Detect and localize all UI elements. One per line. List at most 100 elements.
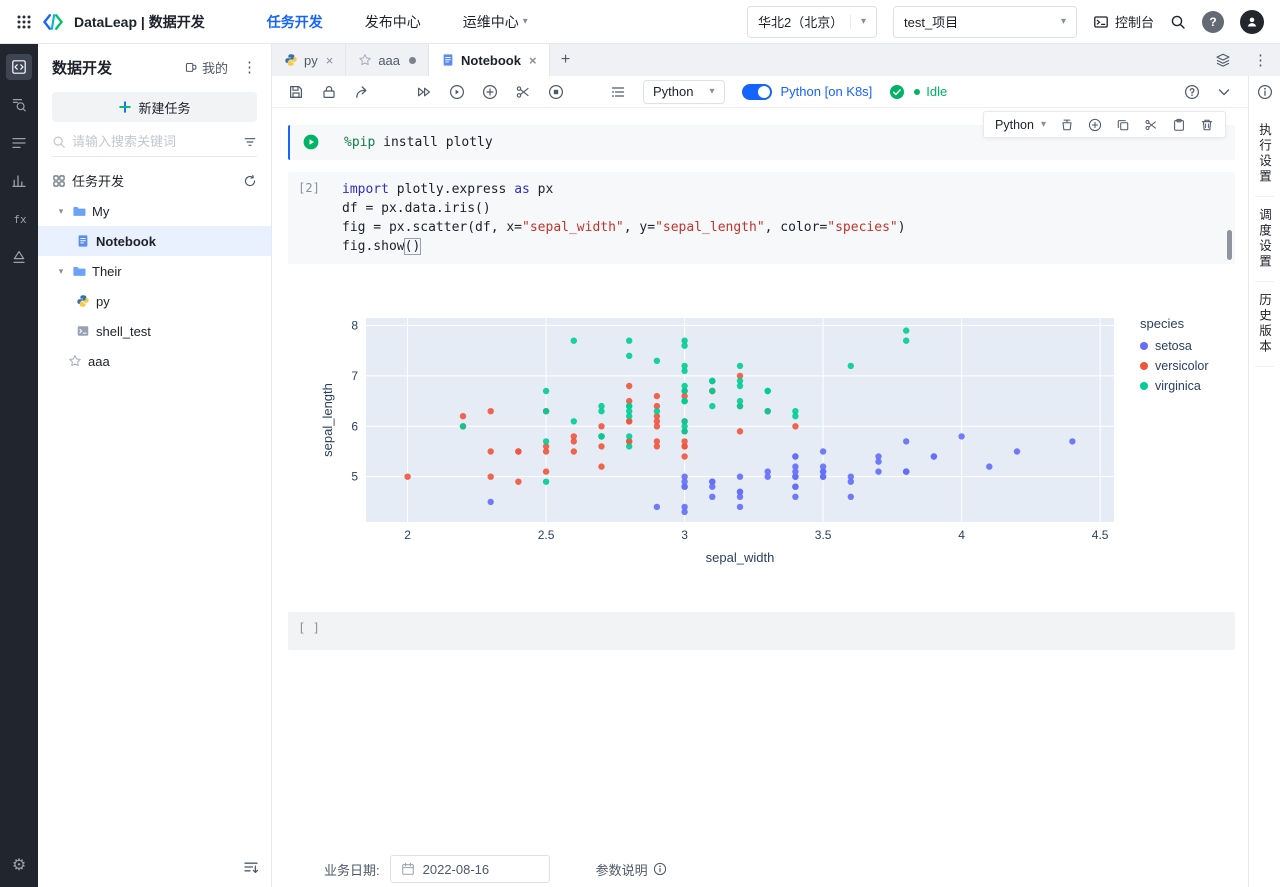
calendar-icon [401,862,415,876]
cut-cell-icon[interactable] [1144,118,1158,132]
kebab-menu-icon[interactable]: ⋮ [1253,51,1268,69]
legend-label: setosa [1155,339,1192,353]
tree-label: My [92,203,110,219]
save-icon[interactable] [288,84,304,100]
tab-notebook[interactable]: Notebook × [429,44,550,76]
delete-cell-icon[interactable] [1200,118,1214,132]
sidebar: 数据开发 我的 ⋮ 新建任务 任务开发 ▾ My [38,44,272,887]
run-cell-icon[interactable] [449,84,465,100]
info-circle-icon[interactable] [1257,84,1273,100]
execution-count: [2] [298,181,320,195]
params-help[interactable]: 参数说明 [596,860,667,879]
plus-icon [118,100,132,114]
run-all-icon[interactable] [416,84,432,100]
nav-publish-center[interactable]: 发布中心 [365,12,421,32]
chevron-down-icon: ▾ [1060,15,1066,27]
function-icon[interactable] [6,206,32,232]
console-link[interactable]: 控制台 [1093,12,1154,31]
runtime-toggle[interactable] [741,83,772,100]
help-button[interactable]: ? [1202,10,1224,33]
layers-icon[interactable] [1215,52,1231,68]
new-task-button[interactable]: 新建任务 [52,92,257,122]
data-quality-icon[interactable] [6,168,32,194]
lock-icon[interactable] [321,84,337,100]
kernel-select[interactable]: Python ▾ [643,79,725,104]
brand-title: DataLeap | 数据开发 [74,13,205,30]
code-line: df = px.data.iris() [342,201,491,216]
scope-toggle[interactable]: 我的 [184,58,228,77]
business-date-picker[interactable] [389,855,550,883]
avatar[interactable] [1240,9,1264,34]
tab-exec-settings[interactable]: 执行设置 [1255,112,1274,197]
tree-item-py[interactable]: py [38,286,271,316]
notebook-icon [76,234,90,248]
grid-section-icon [52,174,66,188]
tree-item-shell-test[interactable]: shell_test [38,316,271,346]
code-line: fig = px.scatter(df, x="sepal_width", y=… [342,220,906,235]
release-icon[interactable] [6,244,32,270]
tab-schedule-settings[interactable]: 调度设置 [1255,197,1274,282]
nav-ops-center[interactable]: 运维中心 ▾ [463,12,528,32]
question-glyph: ? [1209,14,1217,29]
close-icon[interactable]: × [326,53,334,68]
settings-gear-icon[interactable]: ⚙ [12,855,26,875]
tab-label: py [304,52,318,68]
nav-ops-center-label: 运维中心 [462,13,519,30]
kernel-ok-icon [889,84,905,100]
code-editor[interactable]: import plotly.express as px df = px.data.… [330,172,1235,264]
add-cell-icon[interactable] [482,84,498,100]
run-cell-button[interactable] [303,134,319,150]
business-date-value[interactable] [422,861,539,877]
question-circle-icon[interactable] [1184,84,1200,100]
chevron-down-icon: ▾ [709,85,715,97]
star-icon [68,354,82,368]
tab-py[interactable]: py × [272,44,347,76]
tab-history-versions[interactable]: 历史版本 [1255,282,1274,367]
data-catalog-icon[interactable] [6,130,32,156]
svg-text:3: 3 [681,528,688,542]
copy-cell-icon[interactable] [1116,118,1130,132]
close-icon[interactable]: × [529,53,537,68]
add-cell-icon[interactable] [1088,118,1102,132]
notebook-cell-plot[interactable]: [2] import plotly.express as px df = px.d… [288,172,1235,264]
sort-toggle-icon[interactable] [243,859,259,875]
tree-item-aaa[interactable]: aaa [38,346,271,376]
new-tab-button[interactable]: + [550,44,582,76]
legend-item-setosa[interactable]: setosa [1140,339,1209,353]
collapse-chevron-icon[interactable] [1216,84,1232,100]
cell-language-select[interactable]: Python ▾ [995,118,1046,132]
cell-scrollbar-thumb[interactable] [1227,230,1232,260]
search-icon[interactable] [1170,14,1186,30]
project-select-value: test_项目 [903,15,959,30]
project-select[interactable]: test_项目 ▾ [892,5,1077,38]
tree-folder-their[interactable]: ▾ Their [38,256,271,286]
data-explore-icon[interactable] [6,92,32,118]
nav-task-dev[interactable]: 任务开发 [267,12,323,32]
tree-folder-my[interactable]: ▾ My [38,196,271,226]
paste-cell-icon[interactable] [1172,118,1186,132]
notebook-cell-empty[interactable]: [ ] [288,612,1235,650]
outline-icon[interactable] [610,84,626,100]
refresh-icon[interactable] [243,174,257,188]
notebook-canvas[interactable]: Python ▾ %pip install plotly [2] import … [272,108,1248,851]
editor-tabbar: py × aaa Notebook × + ⋮ [272,44,1280,76]
clear-outputs-icon[interactable] [1060,118,1074,132]
legend-item-virginica[interactable]: virginica [1140,379,1209,393]
kebab-menu-icon[interactable]: ⋮ [242,58,257,76]
interrupt-kernel-icon[interactable] [548,84,564,100]
data-dev-icon[interactable] [6,54,32,80]
plot-output: 2 2.5 3 3.5 4 4.5 5 6 7 8 sepal_width sepal_length … [320,312,1248,568]
filter-icon[interactable] [243,135,257,149]
chevron-down-icon[interactable]: ▾ [56,266,66,277]
cut-cell-icon[interactable] [515,84,531,100]
region-select[interactable]: 华北2（北京） ▾ [746,5,877,38]
svg-text:5: 5 [351,470,358,484]
apps-grid-icon[interactable] [16,14,32,30]
submit-icon[interactable] [354,84,370,100]
svg-text:4.5: 4.5 [1092,528,1109,542]
legend-item-versicolor[interactable]: versicolor [1140,359,1209,373]
tree-item-notebook[interactable]: Notebook [38,226,271,256]
tab-aaa[interactable]: aaa [346,44,430,76]
search-input[interactable] [72,134,237,149]
chevron-down-icon[interactable]: ▾ [56,206,66,217]
